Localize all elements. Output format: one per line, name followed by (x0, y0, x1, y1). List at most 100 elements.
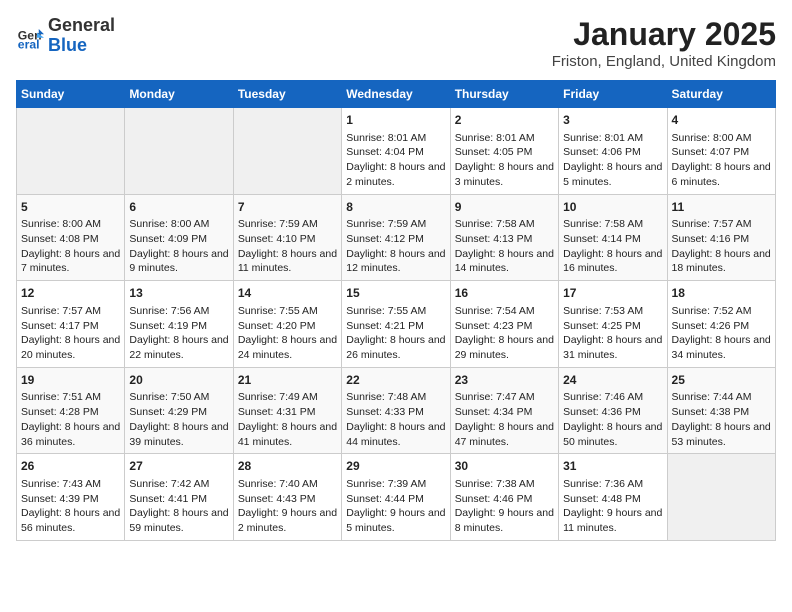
calendar-cell: 2 Sunrise: 8:01 AMSunset: 4:05 PMDaylight… (450, 108, 558, 195)
day-number: 26 (21, 458, 120, 475)
day-info: Daylight: 8 hours and 29 minutes. (455, 333, 554, 362)
calendar-cell (125, 108, 233, 195)
day-info: Sunrise: 7:50 AM (129, 390, 228, 405)
day-info: Sunrise: 7:47 AM (455, 390, 554, 405)
day-info: Daylight: 8 hours and 22 minutes. (129, 333, 228, 362)
day-number: 22 (346, 372, 445, 389)
day-info: Daylight: 8 hours and 47 minutes. (455, 420, 554, 449)
day-info: Sunset: 4:26 PM (672, 319, 771, 334)
day-number: 6 (129, 199, 228, 216)
day-info: Sunset: 4:19 PM (129, 319, 228, 334)
day-number: 20 (129, 372, 228, 389)
day-number: 21 (238, 372, 337, 389)
day-info: Sunset: 4:16 PM (672, 232, 771, 247)
day-info: Sunrise: 7:57 AM (21, 304, 120, 319)
day-info: Sunrise: 7:42 AM (129, 477, 228, 492)
calendar-week-row: 26Sunrise: 7:43 AMSunset: 4:39 PMDayligh… (17, 454, 776, 541)
day-info: Sunset: 4:10 PM (238, 232, 337, 247)
day-number: 11 (672, 199, 771, 216)
calendar-cell: 7Sunrise: 7:59 AMSunset: 4:10 PMDaylight… (233, 194, 341, 281)
day-info: Sunset: 4:43 PM (238, 492, 337, 507)
day-info: Sunset: 4:38 PM (672, 405, 771, 420)
day-info: Daylight: 8 hours and 9 minutes. (129, 247, 228, 276)
day-info: Sunset: 4:14 PM (563, 232, 662, 247)
day-info: Daylight: 9 hours and 5 minutes. (346, 506, 445, 535)
day-info: Daylight: 8 hours and 36 minutes. (21, 420, 120, 449)
day-number: 13 (129, 285, 228, 302)
day-info: Sunset: 4:06 PM (563, 145, 662, 160)
day-number: 5 (21, 199, 120, 216)
day-info: Sunset: 4:44 PM (346, 492, 445, 507)
day-info: Daylight: 9 hours and 8 minutes. (455, 506, 554, 535)
day-info: Daylight: 8 hours and 20 minutes. (21, 333, 120, 362)
calendar-cell: 17Sunrise: 7:53 AMSunset: 4:25 PMDayligh… (559, 281, 667, 368)
day-info: Sunrise: 7:57 AM (672, 217, 771, 232)
day-number: 4 (672, 112, 771, 129)
day-info: Sunrise: 7:58 AM (563, 217, 662, 232)
calendar-title: January 2025 (552, 16, 776, 53)
day-info: Sunrise: 7:54 AM (455, 304, 554, 319)
day-number: 19 (21, 372, 120, 389)
day-info: Daylight: 8 hours and 12 minutes. (346, 247, 445, 276)
day-info: Sunset: 4:13 PM (455, 232, 554, 247)
calendar-cell (17, 108, 125, 195)
day-info: Sunset: 4:31 PM (238, 405, 337, 420)
logo-blue-text: Blue (48, 35, 87, 55)
day-info: Sunrise: 7:56 AM (129, 304, 228, 319)
calendar-cell: 12 Sunrise: 7:57 AMSunset: 4:17 PMDayligh… (17, 281, 125, 368)
calendar-cell: 5Sunrise: 8:00 AMSunset: 4:08 PMDaylight… (17, 194, 125, 281)
day-info: Daylight: 9 hours and 2 minutes. (238, 506, 337, 535)
calendar-cell: 27Sunrise: 7:42 AMSunset: 4:41 PMDayligh… (125, 454, 233, 541)
calendar-table: SundayMondayTuesdayWednesdayThursdayFrid… (16, 80, 776, 541)
day-info: Sunrise: 8:01 AM (455, 131, 554, 146)
day-header-monday: Monday (125, 81, 233, 108)
day-info: Sunrise: 7:46 AM (563, 390, 662, 405)
svg-text:eral: eral (18, 37, 40, 50)
day-info: Daylight: 8 hours and 31 minutes. (563, 333, 662, 362)
day-info: Daylight: 8 hours and 11 minutes. (238, 247, 337, 276)
calendar-cell: 8Sunrise: 7:59 AMSunset: 4:12 PMDaylight… (342, 194, 450, 281)
title-area: January 2025 Friston, England, United Ki… (552, 16, 776, 70)
day-info: Daylight: 8 hours and 53 minutes. (672, 420, 771, 449)
day-number: 14 (238, 285, 337, 302)
day-number: 2 (455, 112, 554, 129)
day-header-tuesday: Tuesday (233, 81, 341, 108)
day-info: Sunset: 4:36 PM (563, 405, 662, 420)
day-number: 29 (346, 458, 445, 475)
day-number: 28 (238, 458, 337, 475)
day-info: Sunset: 4:23 PM (455, 319, 554, 334)
day-info: Daylight: 8 hours and 59 minutes. (129, 506, 228, 535)
day-info: Sunrise: 7:36 AM (563, 477, 662, 492)
day-info: Daylight: 8 hours and 5 minutes. (563, 160, 662, 189)
day-info: Sunrise: 7:59 AM (346, 217, 445, 232)
day-info: Sunset: 4:04 PM (346, 145, 445, 160)
calendar-cell: 10Sunrise: 7:58 AMSunset: 4:14 PMDayligh… (559, 194, 667, 281)
day-header-friday: Friday (559, 81, 667, 108)
day-info: Sunset: 4:07 PM (672, 145, 771, 160)
calendar-week-row: 1Sunrise: 8:01 AMSunset: 4:04 PMDaylight… (17, 108, 776, 195)
day-info: Sunrise: 7:48 AM (346, 390, 445, 405)
day-number: 7 (238, 199, 337, 216)
day-info: Sunset: 4:34 PM (455, 405, 554, 420)
day-info: Sunrise: 7:43 AM (21, 477, 120, 492)
day-number: 8 (346, 199, 445, 216)
day-header-thursday: Thursday (450, 81, 558, 108)
day-info: Sunset: 4:46 PM (455, 492, 554, 507)
day-info: Sunrise: 7:58 AM (455, 217, 554, 232)
logo-icon: Gen eral (16, 22, 44, 50)
day-info: Sunrise: 7:38 AM (455, 477, 554, 492)
day-info: Daylight: 8 hours and 16 minutes. (563, 247, 662, 276)
day-number: 12 (21, 285, 120, 302)
calendar-cell: 24Sunrise: 7:46 AMSunset: 4:36 PMDayligh… (559, 367, 667, 454)
calendar-cell: 13 Sunrise: 7:56 AMSunset: 4:19 PMDayligh… (125, 281, 233, 368)
day-info: Sunset: 4:17 PM (21, 319, 120, 334)
day-info: Daylight: 8 hours and 3 minutes. (455, 160, 554, 189)
day-info: Sunset: 4:48 PM (563, 492, 662, 507)
calendar-cell (667, 454, 775, 541)
calendar-cell: 23Sunrise: 7:47 AMSunset: 4:34 PMDayligh… (450, 367, 558, 454)
day-info: Daylight: 8 hours and 6 minutes. (672, 160, 771, 189)
day-info: Sunrise: 7:55 AM (346, 304, 445, 319)
day-info: Sunset: 4:05 PM (455, 145, 554, 160)
day-info: Sunrise: 8:00 AM (21, 217, 120, 232)
calendar-cell: 18Sunrise: 7:52 AMSunset: 4:26 PMDayligh… (667, 281, 775, 368)
